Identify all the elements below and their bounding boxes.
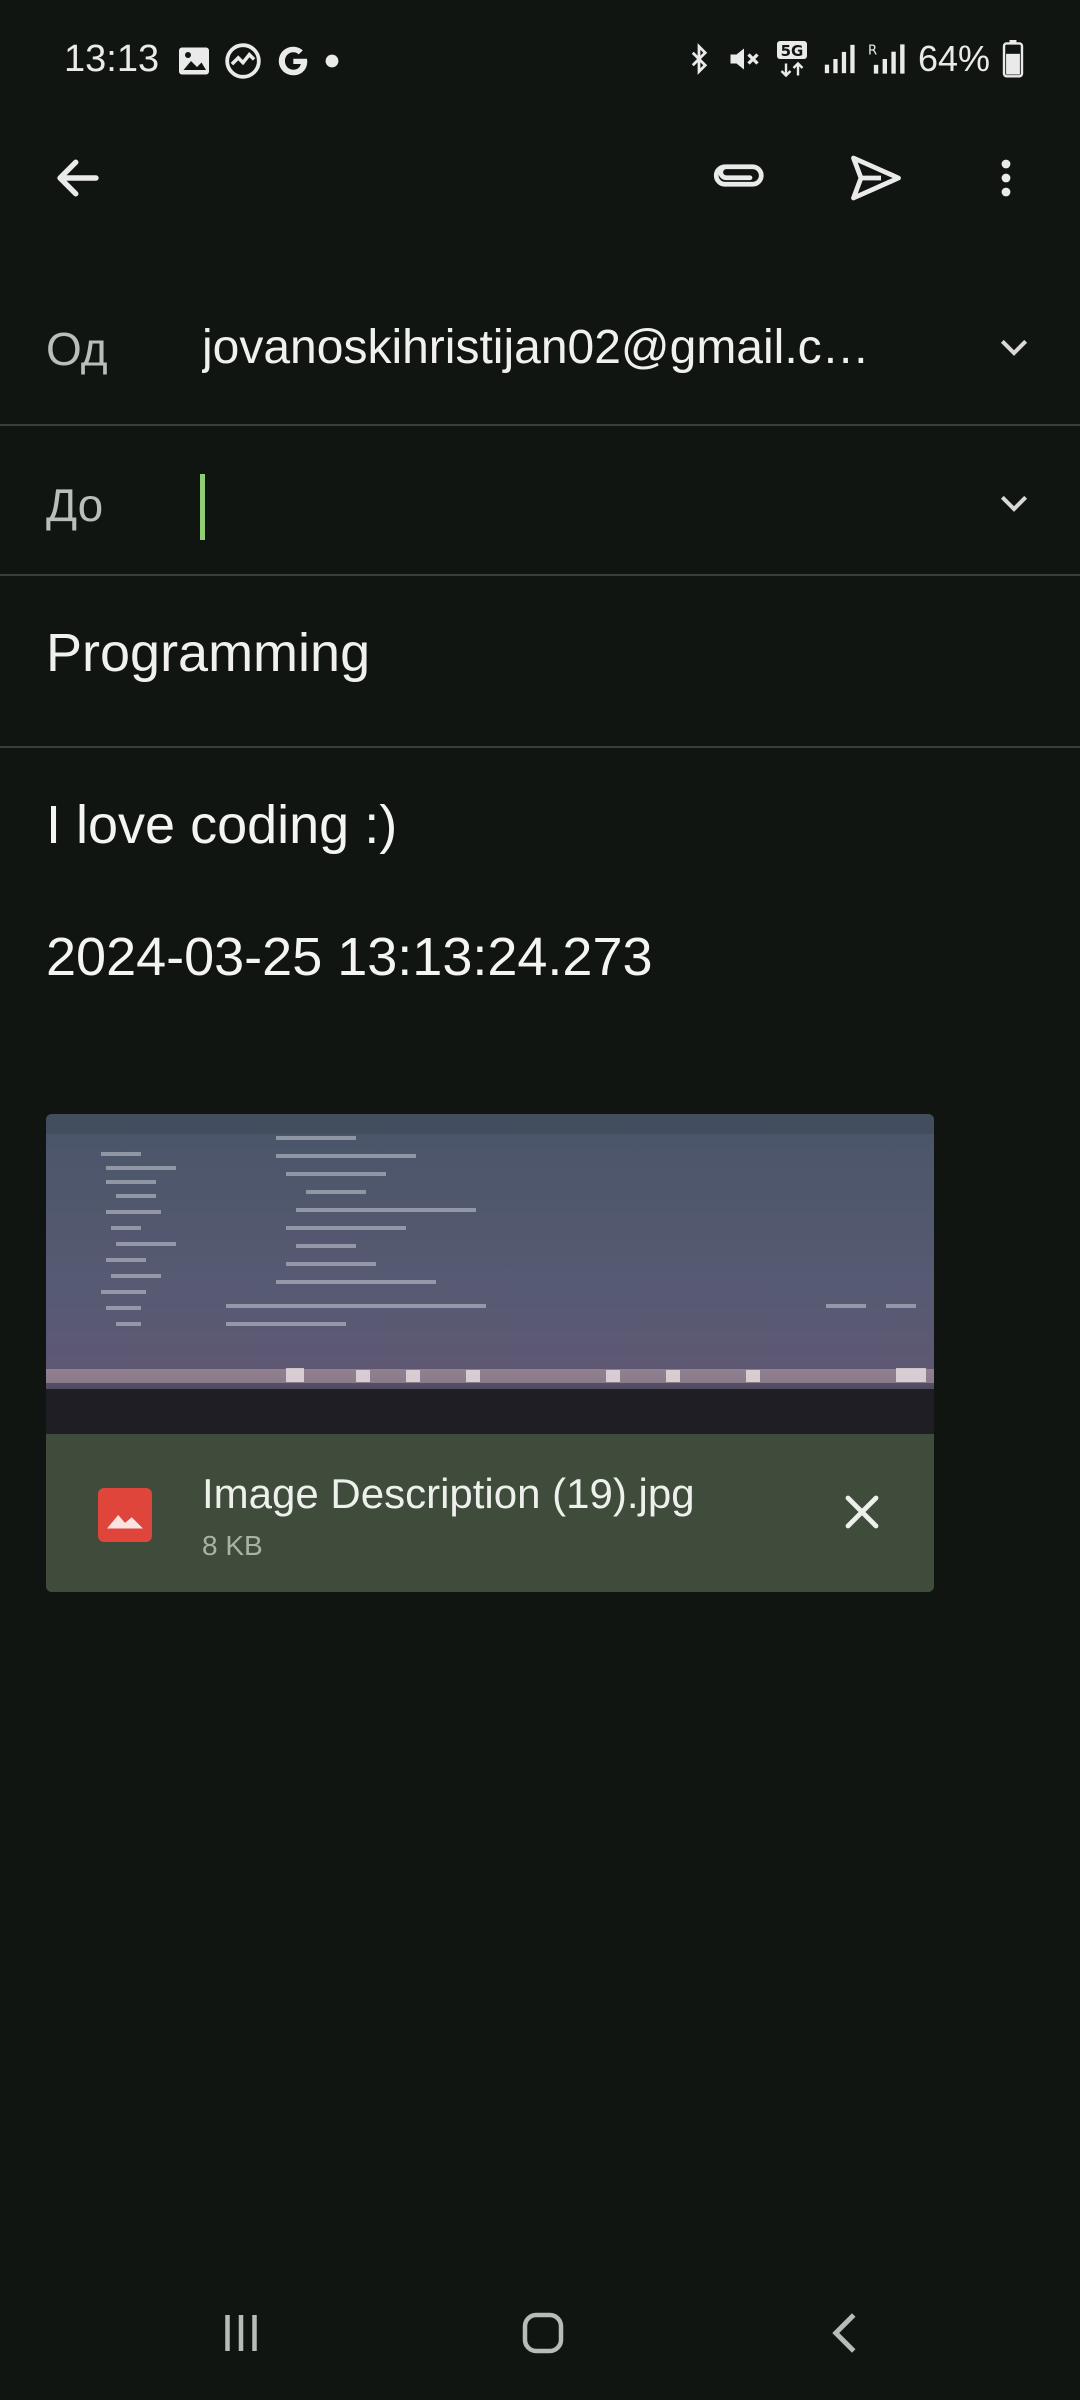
- to-expand-button[interactable]: [990, 480, 1038, 528]
- close-icon: [845, 1495, 879, 1529]
- attachment-name: Image Description (19).jpg: [202, 1470, 695, 1517]
- nav-back-icon: [832, 2313, 856, 2353]
- from-label: Од: [46, 323, 108, 375]
- recents-icon: [225, 2315, 257, 2351]
- arrow-left-icon: [57, 159, 99, 197]
- image-file-icon: [98, 1488, 152, 1542]
- attachment-info: Image Description (19).jpg 8 KB: [46, 1434, 934, 1592]
- compose-toolbar: [0, 122, 1080, 234]
- signal-icon: [824, 44, 855, 74]
- bluetooth-icon: [691, 43, 708, 75]
- body-line-2[interactable]: 2024-03-25 13:13:24.273: [46, 926, 653, 988]
- text-caret: [200, 474, 205, 540]
- paperclip-icon: [713, 164, 764, 187]
- from-row[interactable]: Од jovanoskihristijan02@gmail.c…: [0, 278, 1080, 426]
- battery-percent: 64%: [917, 38, 990, 79]
- home-icon: [522, 2312, 564, 2354]
- subject-field[interactable]: Programming: [46, 622, 370, 684]
- send-button[interactable]: [844, 146, 908, 210]
- battery-icon: [1002, 40, 1024, 78]
- more-vert-icon: [1001, 159, 1011, 197]
- to-row[interactable]: До: [0, 426, 1080, 576]
- system-icons: 5G R 64%: [684, 38, 1024, 80]
- dot-icon: [325, 54, 339, 68]
- nav-back-button[interactable]: [802, 2288, 892, 2378]
- attachment-size: 8 KB: [202, 1530, 263, 1561]
- chevron-down-icon: [1000, 495, 1028, 512]
- from-address[interactable]: jovanoskihristijan02@gmail.c…: [202, 320, 902, 375]
- send-icon: [851, 155, 901, 201]
- remove-attachment-button[interactable]: [830, 1480, 894, 1544]
- attach-button[interactable]: [708, 146, 772, 210]
- attachment-card[interactable]: Image Description (19).jpg 8 KB: [46, 1114, 934, 1592]
- svg-text:5G: 5G: [781, 42, 804, 60]
- status-bar: 13:13 5G R 64%: [0, 0, 1080, 122]
- from-expand-button[interactable]: [990, 324, 1038, 372]
- home-button[interactable]: [498, 2288, 588, 2378]
- body-line-1[interactable]: I love coding :): [46, 794, 397, 856]
- back-button[interactable]: [46, 146, 110, 210]
- mute-icon: [730, 48, 759, 70]
- 5g-icon: 5G: [776, 41, 807, 78]
- activity-icon: [225, 43, 261, 79]
- chevron-down-icon: [1000, 339, 1028, 356]
- recents-button[interactable]: [196, 2288, 286, 2378]
- notification-icons: [176, 42, 340, 80]
- signal-r-icon: R: [868, 44, 905, 74]
- to-label: До: [46, 479, 104, 531]
- more-options-button[interactable]: [974, 146, 1038, 210]
- system-navigation-bar: [0, 2260, 1080, 2400]
- svg-text:R: R: [868, 44, 877, 59]
- google-icon: [278, 46, 308, 76]
- attachment-thumbnail: [46, 1114, 934, 1434]
- status-time: 13:13: [64, 38, 160, 80]
- gallery-icon: [179, 47, 209, 75]
